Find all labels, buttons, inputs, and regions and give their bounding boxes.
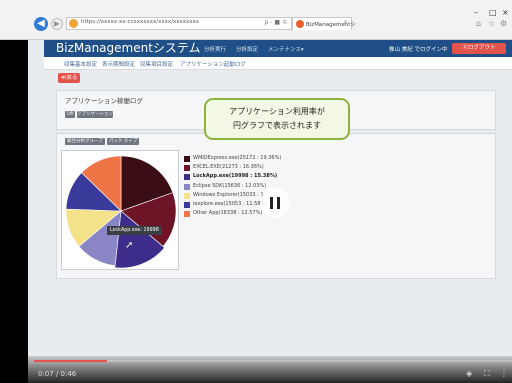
legend-label: iexplore.exe(15053 : 11.58%): [193, 200, 268, 207]
address-url: https://xxxxx-xx-ccxxxxxxx/xxxx/xxxxxxxx: [81, 19, 200, 25]
logout-button[interactable]: Ⓧログアウト: [452, 43, 506, 54]
tab-favicon-icon: [296, 20, 304, 28]
subnav-app-launch-log[interactable]: アプリケーション起動ログ: [180, 60, 246, 68]
legend-swatch: [184, 192, 190, 199]
site-icon: [69, 19, 78, 28]
legend-swatch: [184, 183, 190, 190]
pack-type-chip[interactable]: パック タイプ: [107, 138, 139, 145]
sub-navigation: 収集基本設定 表示期間設定 収集項目設定 アプリケーション起動ログ: [44, 57, 512, 70]
volume-icon[interactable]: ◈: [466, 369, 472, 378]
callout-line-1: アプリケーション利用率が: [229, 107, 325, 116]
back-arrow-icon[interactable]: ◀: [34, 17, 48, 31]
video-letterbox: [0, 40, 28, 383]
section-title: アプリケーション稼働ログ: [65, 97, 143, 105]
address-tools: ρ - ■ ©: [264, 19, 288, 26]
legend-label: LockApp.exe(19998 : 15.38%): [193, 173, 278, 180]
legend-label: EXCEL.EXE(21273 : 16.36%): [193, 164, 264, 171]
pie-chart[interactable]: [62, 151, 180, 271]
star-icon[interactable]: ☆: [488, 19, 495, 28]
logged-in-user: 株山 美紀 でログイン中: [389, 47, 448, 53]
legend-swatch: [184, 201, 190, 208]
home-icon[interactable]: ⌂: [476, 19, 481, 28]
legend-swatch: [184, 165, 190, 172]
browser-tab[interactable]: BizManagementシ ×: [292, 17, 356, 30]
menu-maintenance[interactable]: メンテナンス▾: [268, 45, 304, 53]
back-button[interactable]: ≪戻る: [58, 73, 80, 83]
gear-icon[interactable]: ⚙: [500, 19, 507, 28]
close-window-icon[interactable]: ×: [502, 8, 509, 17]
video-time: 0:07 / 0:46: [38, 370, 77, 378]
pause-button[interactable]: [260, 188, 290, 218]
browser-chrome: ◀ ▶ https://xxxxx-xx-ccxxxxxxx/xxxx/xxxx…: [0, 0, 512, 40]
menu-analysis-settings[interactable]: 分析設定: [236, 45, 258, 53]
forward-arrow-icon[interactable]: ▶: [51, 18, 63, 30]
count-chip[interactable]: 1件: [65, 111, 75, 118]
more-icon[interactable]: ⋮: [500, 369, 508, 378]
legend-swatch: [184, 156, 190, 162]
pause-icon: [270, 197, 273, 209]
legend-label: Windows Explorer(15033 : 1: [193, 191, 264, 198]
address-bar[interactable]: https://xxxxx-xx-ccxxxxxxx/xxxx/xxxxxxxx…: [66, 17, 292, 30]
legend-label: Eclipse SDK(15636 : 12.03%): [193, 182, 267, 189]
callout-annotation: アプリケーション利用率が 円グラフで表示されます: [204, 98, 350, 140]
app-header: BizManagementシステム 分析実行 分析設定 メンテナンス▾ 株山 美…: [44, 40, 512, 57]
subnav-collection-items[interactable]: 収集項目設定: [140, 60, 173, 68]
subnav-display-period[interactable]: 表示期間設定: [102, 60, 135, 68]
video-frame: ◀ ▶ https://xxxxx-xx-ccxxxxxxx/xxxx/xxxx…: [0, 0, 512, 383]
app-brand: BizManagementシステム: [56, 41, 201, 55]
legend-label: WMIDExpress.exe(25172 : 19.36%): [193, 155, 282, 161]
progress-track[interactable]: [34, 360, 512, 362]
legend-label: Other App(16338 : 12.57%): [193, 210, 263, 217]
chart-tooltip: LockApp.exe: 19998: [107, 226, 162, 235]
progress-fill: [34, 360, 107, 362]
pause-icon: [277, 197, 280, 209]
callout-line-2: 円グラフで表示されます: [233, 121, 321, 130]
fullscreen-icon[interactable]: ⛶: [484, 369, 490, 379]
app-list-chip[interactable]: アプリケーション一覧: [77, 111, 122, 118]
menu-analysis-run[interactable]: 分析実行: [204, 45, 226, 53]
maximize-icon[interactable]: □: [489, 8, 497, 17]
minimize-icon[interactable]: –: [474, 8, 478, 17]
mouse-cursor-icon: ➚: [125, 240, 134, 251]
tab-close-icon[interactable]: ×: [343, 19, 348, 26]
tab-title: BizManagementシ: [306, 22, 356, 28]
legend-swatch: [184, 211, 190, 218]
group-chip[interactable]: 総合分析グループ: [65, 138, 105, 145]
legend-swatch: [184, 174, 190, 181]
subnav-collection-basic[interactable]: 収集基本設定: [64, 60, 97, 68]
pie-chart-box: [61, 150, 179, 270]
video-controls: 0:07 / 0:46 ◈ ⛶ ⋮: [0, 356, 512, 383]
